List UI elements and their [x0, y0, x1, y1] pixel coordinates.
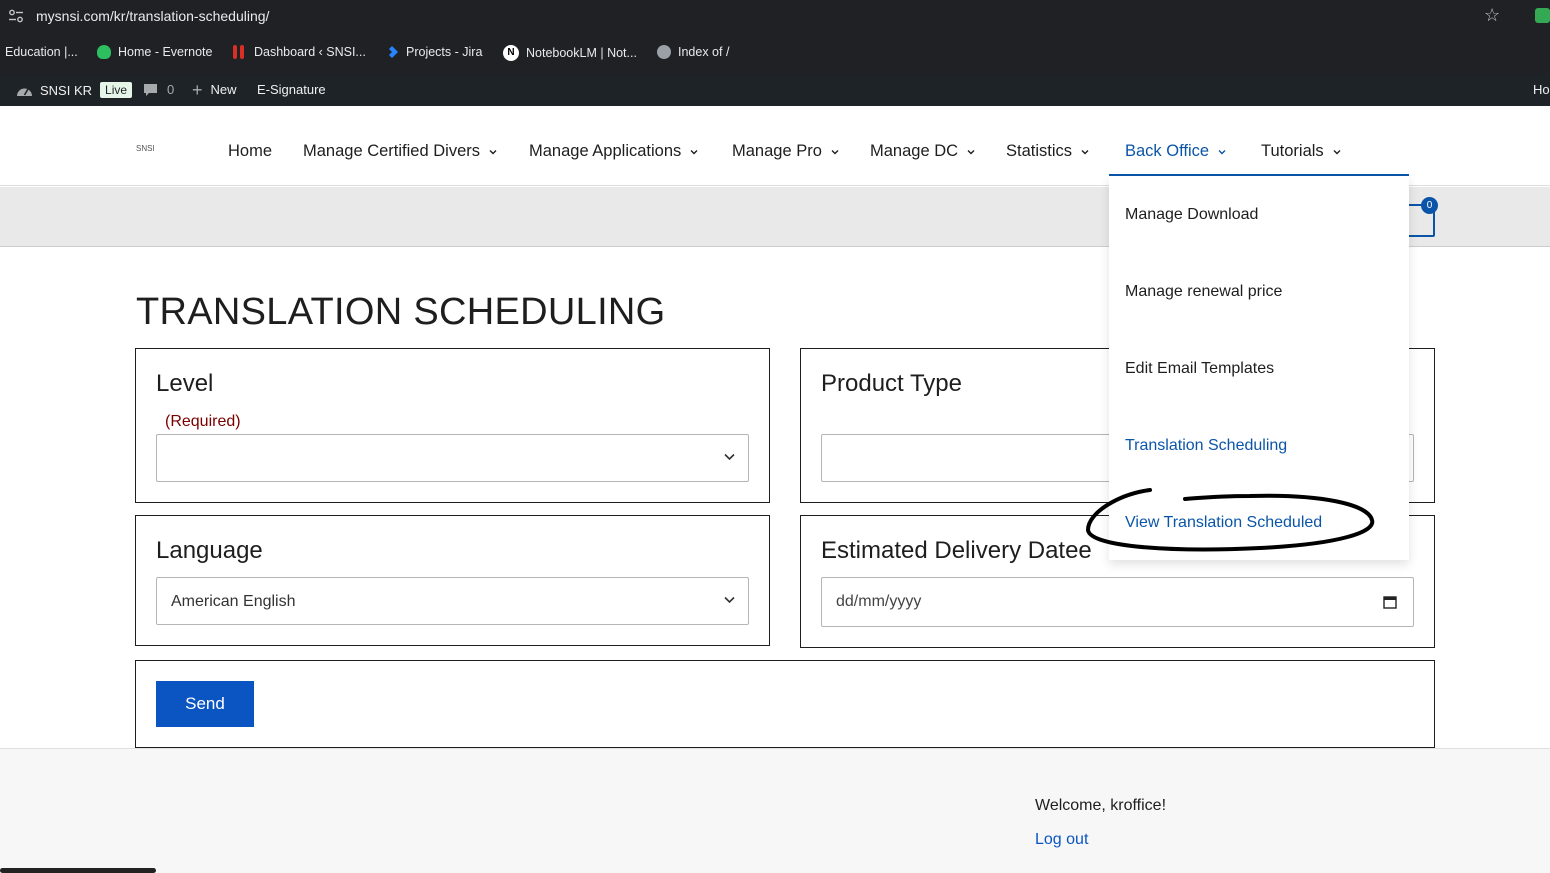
- menu-item-manage-renewal-price[interactable]: Manage renewal price: [1125, 283, 1282, 301]
- language-select-value: American English: [171, 593, 296, 610]
- chevron-down-icon: [1333, 149, 1341, 154]
- nav-label: Tutorials: [1261, 142, 1324, 160]
- cart-count-badge: 0: [1421, 197, 1438, 214]
- nav-statistics[interactable]: Statistics: [1006, 142, 1089, 161]
- new-label: New: [210, 82, 237, 97]
- nav-tutorials[interactable]: Tutorials: [1261, 142, 1341, 161]
- notebooklm-icon: N: [503, 45, 519, 61]
- admin-howdy[interactable]: Ho: [1533, 82, 1550, 97]
- browser-url-bar: mysnsi.com/kr/translation-scheduling/ ☆: [0, 0, 1550, 33]
- chevron-down-icon: [690, 149, 698, 154]
- plus-icon: +: [192, 79, 203, 100]
- bookmark-education[interactable]: Education |...: [5, 45, 78, 59]
- menu-item-view-translation-scheduled[interactable]: View Translation Scheduled: [1125, 514, 1322, 532]
- nav-home[interactable]: Home: [228, 142, 272, 161]
- url-text[interactable]: mysnsi.com/kr/translation-scheduling/: [36, 8, 269, 24]
- horizontal-scrollbar[interactable]: [0, 868, 156, 873]
- nav-back-office[interactable]: Back Office: [1125, 142, 1226, 161]
- nav-label: Home: [228, 142, 273, 160]
- nav-label: Back Office: [1125, 142, 1210, 160]
- bookmark-jira[interactable]: Projects - Jira: [385, 45, 482, 59]
- comment-icon: [144, 83, 157, 96]
- bookmark-label: NotebookLM | Not...: [526, 46, 637, 60]
- level-label: Level: [156, 370, 214, 397]
- esignature-label: E-Signature: [257, 82, 326, 97]
- chevron-down-icon: [724, 596, 735, 604]
- product-type-label: Product Type: [821, 370, 962, 397]
- chevron-down-icon: [489, 149, 497, 154]
- nav-manage-certified-divers[interactable]: Manage Certified Divers: [303, 142, 497, 161]
- nav-label: Manage Applications: [529, 142, 682, 160]
- site-settings-icon[interactable]: [8, 9, 24, 23]
- menu-item-translation-scheduling[interactable]: Translation Scheduling: [1125, 437, 1287, 455]
- level-select[interactable]: [156, 434, 749, 482]
- site-logo[interactable]: SNSI: [136, 144, 155, 153]
- dashboard-gauge-icon: [17, 88, 32, 96]
- bookmark-notebooklm[interactable]: N NotebookLM | Not...: [503, 45, 637, 61]
- nav-manage-applications[interactable]: Manage Applications: [529, 142, 698, 161]
- bookmark-star-icon[interactable]: ☆: [1484, 5, 1500, 26]
- menu-item-edit-email-templates[interactable]: Edit Email Templates: [1125, 360, 1274, 378]
- nav-manage-dc[interactable]: Manage DC: [870, 142, 975, 161]
- nav-label: Statistics: [1006, 142, 1073, 160]
- back-office-dropdown: Manage Download Manage renewal price Edi…: [1109, 176, 1409, 560]
- footer: [0, 748, 1550, 873]
- logout-link[interactable]: Log out: [1035, 831, 1088, 849]
- nav-label: Manage Certified Divers: [303, 142, 480, 160]
- bookmarks-bar: Education |... Home - Evernote Dashboard…: [0, 33, 1550, 74]
- nav-label: Manage DC: [870, 142, 959, 160]
- delivery-date-label: Estimated Delivery Datee: [821, 537, 1092, 564]
- dashboard-icon: [233, 45, 237, 59]
- evernote-icon: [97, 45, 111, 59]
- calendar-icon[interactable]: [1383, 595, 1397, 609]
- delivery-date-placeholder: dd/mm/yyyy: [836, 593, 922, 610]
- admin-esignature[interactable]: E-Signature: [257, 82, 326, 97]
- admin-site-name: SNSI KR: [40, 82, 93, 98]
- bookmark-label: Dashboard ‹ SNSI...: [254, 45, 366, 59]
- globe-icon: [657, 45, 671, 59]
- jira-icon: [389, 46, 398, 58]
- bookmark-index[interactable]: Index of /: [657, 45, 729, 59]
- bookmark-label: Home - Evernote: [118, 45, 213, 59]
- admin-bar: SNSI KR Live 0 + New E-Signature Ho: [0, 74, 1550, 106]
- page-title: TRANSLATION SCHEDULING: [136, 291, 666, 333]
- bookmark-label: Index of /: [678, 45, 730, 59]
- welcome-message: Welcome, kroffice!: [1035, 797, 1167, 814]
- level-required-note: (Required): [165, 413, 241, 430]
- admin-site-link[interactable]: SNSI KR Live: [16, 82, 133, 98]
- chevron-down-icon: [967, 149, 975, 154]
- submit-field-group: [135, 660, 1435, 748]
- chevron-down-icon: [724, 453, 735, 461]
- admin-new[interactable]: + New: [192, 79, 237, 100]
- admin-comments[interactable]: 0: [143, 82, 174, 97]
- bookmark-dashboard[interactable]: Dashboard ‹ SNSI...: [233, 45, 366, 59]
- language-select[interactable]: American English: [156, 577, 749, 625]
- nav-label: Manage Pro: [732, 142, 822, 160]
- bookmark-label: Education |...: [5, 45, 78, 59]
- nav-manage-pro[interactable]: Manage Pro: [732, 142, 839, 161]
- comments-count: 0: [167, 82, 175, 97]
- chevron-down-icon: [1081, 149, 1089, 154]
- extension-icon[interactable]: [1535, 8, 1550, 23]
- delivery-date-input[interactable]: dd/mm/yyyy: [821, 577, 1414, 627]
- language-label: Language: [156, 537, 263, 564]
- bookmark-evernote[interactable]: Home - Evernote: [97, 45, 212, 59]
- dashboard-icon-bar: [240, 45, 244, 59]
- chevron-down-icon: [1218, 149, 1226, 154]
- send-button[interactable]: Send: [156, 681, 254, 727]
- live-badge: Live: [100, 82, 133, 98]
- bookmark-label: Projects - Jira: [406, 45, 483, 59]
- howdy-label: Ho: [1533, 82, 1550, 97]
- chevron-down-icon: [831, 149, 839, 154]
- menu-item-manage-download[interactable]: Manage Download: [1125, 206, 1258, 224]
